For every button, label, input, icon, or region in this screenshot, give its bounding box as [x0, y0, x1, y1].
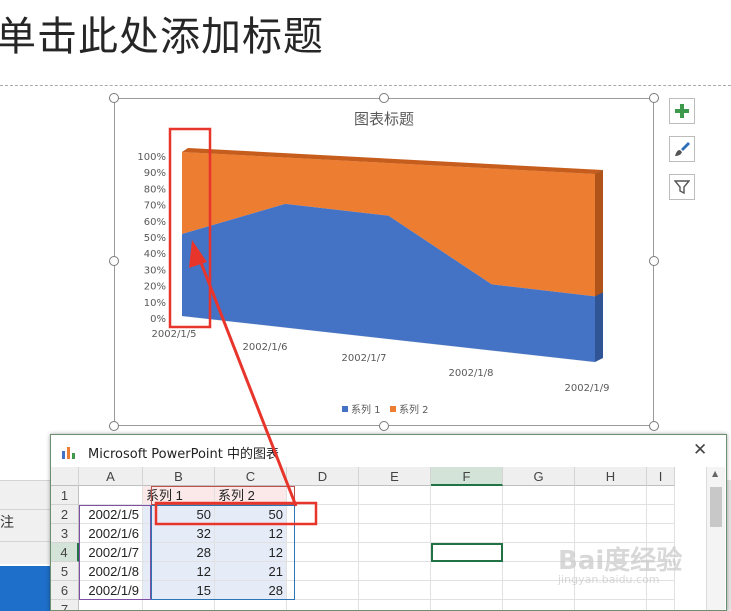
table-cell[interactable]: 21 [215, 562, 287, 581]
status-bar [0, 566, 52, 611]
resize-handle[interactable] [649, 93, 659, 103]
table-cell[interactable] [359, 581, 431, 600]
table-cell[interactable] [287, 562, 359, 581]
table-cell[interactable] [359, 543, 431, 562]
table-cell[interactable] [287, 486, 359, 505]
table-cell[interactable]: 2002/1/5 [79, 505, 143, 524]
table-cell[interactable]: 2002/1/8 [79, 562, 143, 581]
resize-handle[interactable] [649, 256, 659, 266]
table-cell[interactable]: 2002/1/9 [79, 581, 143, 600]
close-icon[interactable]: ✕ [693, 440, 707, 460]
table-cell[interactable] [431, 600, 503, 610]
title-placeholder-border [0, 85, 731, 86]
table-cell[interactable] [431, 486, 503, 505]
table-cell[interactable] [575, 486, 647, 505]
chart-elements-button[interactable] [669, 98, 695, 124]
chart-filters-button[interactable] [669, 174, 695, 200]
table-cell[interactable]: 50 [143, 505, 215, 524]
resize-handle[interactable] [379, 93, 389, 103]
table-cell[interactable] [287, 581, 359, 600]
table-cell[interactable]: 12 [215, 524, 287, 543]
column-header[interactable]: I [647, 467, 675, 486]
table-cell[interactable] [287, 524, 359, 543]
resize-handle[interactable] [379, 421, 389, 431]
row-header[interactable]: 3 [51, 524, 79, 543]
resize-handle[interactable] [649, 421, 659, 431]
table-cell[interactable] [359, 600, 431, 610]
table-cell[interactable]: 2002/1/7 [79, 543, 143, 562]
notes-label: 注 [0, 515, 14, 531]
table-cell[interactable]: 28 [215, 581, 287, 600]
table-cell[interactable] [287, 543, 359, 562]
table-cell[interactable] [647, 486, 675, 505]
chart-app-icon [62, 447, 75, 459]
table-cell[interactable] [503, 600, 575, 610]
table-cell[interactable]: 50 [215, 505, 287, 524]
row-header[interactable]: 1 [51, 486, 79, 505]
column-header[interactable]: E [359, 467, 431, 486]
table-cell[interactable]: 系列 2 [215, 486, 287, 505]
plus-icon [675, 104, 689, 118]
column-header[interactable]: F [431, 467, 503, 486]
column-header[interactable]: B [143, 467, 215, 486]
table-cell[interactable] [359, 486, 431, 505]
table-cell[interactable] [359, 505, 431, 524]
chart-frame[interactable] [114, 98, 654, 426]
excel-window-title: Microsoft PowerPoint 中的图表 [88, 447, 280, 462]
excel-titlebar[interactable]: Microsoft PowerPoint 中的图表 ✕ [51, 435, 726, 467]
scroll-up-icon[interactable]: ▲ [712, 469, 718, 478]
column-header[interactable]: D [287, 467, 359, 486]
table-cell[interactable] [503, 486, 575, 505]
vertical-scrollbar[interactable]: ▲ [706, 467, 725, 610]
table-cell[interactable] [575, 505, 647, 524]
table-cell[interactable] [215, 600, 287, 610]
row-header[interactable]: 7 [51, 600, 79, 610]
column-header[interactable]: G [503, 467, 575, 486]
table-cell[interactable] [79, 486, 143, 505]
scroll-thumb[interactable] [710, 487, 722, 527]
slide-title[interactable]: 单击此处添加标题 [0, 4, 324, 62]
baidu-watermark: Bai度经验 jingyan.baidu.com [558, 546, 683, 586]
table-cell[interactable] [431, 543, 503, 562]
table-cell[interactable] [431, 562, 503, 581]
table-cell[interactable] [359, 524, 431, 543]
row-header[interactable]: 6 [51, 581, 79, 600]
table-cell[interactable]: 2002/1/6 [79, 524, 143, 543]
column-header[interactable]: A [79, 467, 143, 486]
table-cell[interactable] [287, 505, 359, 524]
resize-handle[interactable] [109, 421, 119, 431]
table-cell[interactable]: 12 [143, 562, 215, 581]
table-cell[interactable]: 12 [215, 543, 287, 562]
table-cell[interactable]: 32 [143, 524, 215, 543]
table-cell[interactable]: 系列 1 [143, 486, 215, 505]
row-header[interactable]: 2 [51, 505, 79, 524]
table-cell[interactable] [431, 505, 503, 524]
table-cell[interactable]: 15 [143, 581, 215, 600]
brush-icon [675, 142, 690, 156]
row-header[interactable]: 5 [51, 562, 79, 581]
table-cell[interactable] [287, 600, 359, 610]
spreadsheet-grid[interactable]: A B C D E F G H I 1 系列 1 系列 2 2 2002/1/5 50 50 3 2002/1/6… [51, 467, 711, 610]
column-header[interactable]: C [215, 467, 287, 486]
table-cell[interactable] [647, 505, 675, 524]
table-cell[interactable] [79, 600, 143, 610]
row-header[interactable]: 4 [51, 543, 79, 562]
chart-styles-button[interactable] [669, 136, 695, 162]
table-cell[interactable] [143, 600, 215, 610]
column-header[interactable]: H [575, 467, 647, 486]
filter-icon [674, 180, 690, 195]
table-cell[interactable] [359, 562, 431, 581]
table-cell[interactable] [647, 600, 675, 610]
table-cell[interactable]: 28 [143, 543, 215, 562]
table-cell[interactable] [575, 600, 647, 610]
table-cell[interactable] [503, 505, 575, 524]
select-all-corner[interactable] [51, 467, 79, 486]
resize-handle[interactable] [109, 93, 119, 103]
table-cell[interactable] [431, 581, 503, 600]
resize-handle[interactable] [109, 256, 119, 266]
table-cell[interactable] [431, 524, 503, 543]
